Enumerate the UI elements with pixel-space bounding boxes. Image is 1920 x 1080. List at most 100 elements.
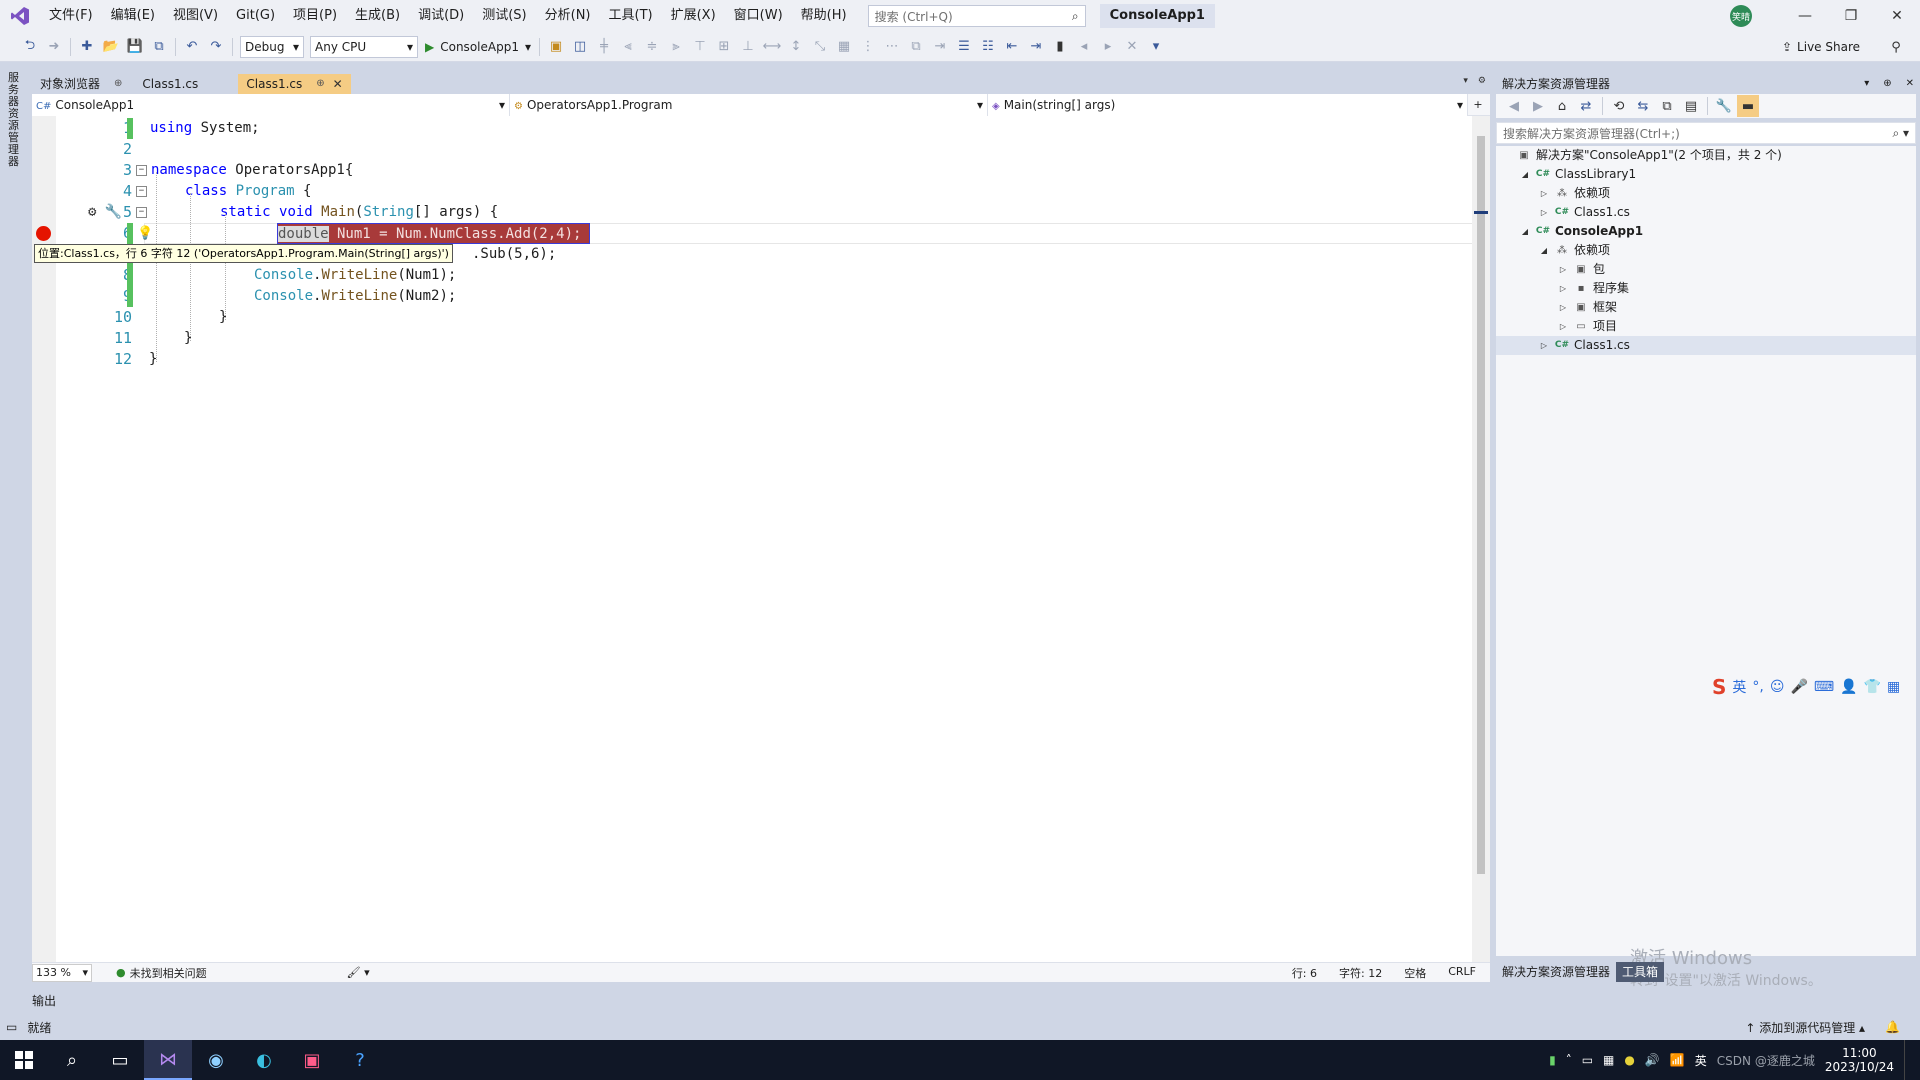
tree-item[interactable]: ▷ ▪ 程序集 — [1496, 279, 1629, 298]
grid-icon[interactable]: ▦ — [833, 36, 855, 58]
tree-item[interactable]: ▷ C# Class1.cs — [1496, 203, 1630, 222]
solution-search-input[interactable]: 搜索解决方案资源管理器(Ctrl+;) ⌕ ▾ — [1496, 122, 1916, 144]
height-icon[interactable]: ↕ — [785, 36, 807, 58]
menu-help[interactable]: 帮助(H) — [792, 0, 856, 32]
switch-views-icon[interactable]: ⇄ — [1575, 95, 1597, 117]
expand-toggle-icon[interactable]: ▷ — [1538, 184, 1550, 203]
show-all-files-icon[interactable]: ▤ — [1680, 95, 1702, 117]
breakpoint-icon[interactable] — [36, 226, 51, 241]
code-cleanup-icon[interactable]: 🖌 ▾ — [347, 966, 370, 979]
tab-class1-preview[interactable]: Class1.cs — [134, 74, 235, 94]
forward-icon[interactable]: ▶ — [1527, 95, 1549, 117]
add-to-source-control-button[interactable]: ↑ 添加到源代码管理 ▴ — [1745, 1019, 1865, 1036]
menu-tools[interactable]: 工具(T) — [600, 0, 662, 32]
outdent-icon[interactable]: ⇥ — [1025, 36, 1047, 58]
home-icon[interactable]: ⌂ — [1551, 95, 1573, 117]
member-dropdown[interactable]: ◈ Main(string[] args) ▾ — [988, 94, 1468, 116]
expand-toggle-icon[interactable]: ▷ — [1557, 317, 1569, 336]
back-icon[interactable]: ◀ — [1503, 95, 1525, 117]
properties-icon[interactable]: 🔧 — [1713, 95, 1735, 117]
tab-toolbox[interactable]: 工具箱 — [1616, 962, 1665, 982]
tree-item[interactable]: ▣ 解决方案"ConsoleApp1"(2 个项目，共 2 个) — [1496, 146, 1782, 165]
expand-toggle-icon[interactable]: ◢ — [1519, 165, 1531, 184]
expand-toggle-icon[interactable]: ▷ — [1557, 279, 1569, 298]
expand-toggle-icon[interactable]: ◢ — [1538, 241, 1550, 260]
whitespace-indicator[interactable]: 空格 — [1404, 965, 1426, 981]
align-right-icon[interactable]: ⫸ — [665, 36, 687, 58]
history-icon[interactable]: ⟲ — [1608, 95, 1630, 117]
tree-item[interactable]: ▷ ▣ 包 — [1496, 260, 1605, 279]
split-icon[interactable]: + — [1468, 94, 1488, 115]
size-icon[interactable]: ⤡ — [809, 36, 831, 58]
ime-mode[interactable]: 英 — [1732, 677, 1746, 697]
settings-icon[interactable]: ⚙ — [1478, 76, 1486, 86]
undo-icon[interactable]: ↶ — [181, 36, 203, 58]
collapse-all-icon[interactable]: ⧉ — [1656, 95, 1678, 117]
zoom-select[interactable]: 133 % ▾ — [32, 963, 92, 982]
help-icon[interactable]: ? — [336, 1040, 384, 1080]
close-icon[interactable]: ✕ — [333, 74, 343, 94]
feedback-icon[interactable]: ⚲ — [1885, 36, 1907, 58]
expand-toggle-icon[interactable]: ▷ — [1538, 203, 1550, 222]
search-icon[interactable]: ⌕ — [48, 1040, 96, 1080]
align-center-icon[interactable]: ≑ — [641, 36, 663, 58]
menu-project[interactable]: 项目(P) — [284, 0, 346, 32]
tab-order-icon[interactable]: ⇥ — [929, 36, 951, 58]
type-dropdown[interactable]: ⚙ OperatorsApp1.Program ▾ — [510, 94, 988, 116]
uncomment-icon[interactable]: ☷ — [977, 36, 999, 58]
menu-extensions[interactable]: 扩展(X) — [662, 0, 725, 32]
scrollbar-thumb[interactable] — [1477, 136, 1485, 874]
tree-item[interactable]: ▷ ▣ 框架 — [1496, 298, 1617, 317]
collapse-icon[interactable]: − — [136, 186, 147, 197]
expand-toggle-icon[interactable]: ▷ — [1557, 260, 1569, 279]
user-icon[interactable]: 👤 — [1840, 679, 1857, 695]
redo-icon[interactable]: ↷ — [205, 36, 227, 58]
preview-icon[interactable]: ▬ — [1737, 95, 1759, 117]
project-dropdown[interactable]: C# ConsoleApp1 ▾ — [32, 94, 510, 116]
screenshot-icon[interactable]: ◫ — [569, 36, 591, 58]
security-icon[interactable]: ● — [1624, 1053, 1634, 1067]
comment-icon[interactable]: ☰ — [953, 36, 975, 58]
tree-item[interactable]: ◢ ⁂ 依赖项 — [1496, 241, 1610, 260]
pin-icon[interactable]: ⊕ — [1883, 78, 1891, 89]
tree-item[interactable]: ◢ C# ConsoleApp1 — [1496, 222, 1643, 241]
visual-studio-logo-icon[interactable] — [0, 0, 40, 32]
align-icon[interactable]: ╪ — [593, 36, 615, 58]
start-debugging-button[interactable]: ▶ ConsoleApp1 ▾ — [421, 36, 535, 58]
notifications-icon[interactable]: 🔔 — [1885, 1020, 1900, 1034]
network-icon[interactable]: 📶 — [1670, 1053, 1685, 1067]
punctuation-icon[interactable]: °, — [1752, 679, 1763, 695]
menu-git[interactable]: Git(G) — [227, 0, 284, 32]
align-top-icon[interactable]: ⊤ — [689, 36, 711, 58]
code-editor[interactable]: 1 using System; 2 3 − namespace Operator… — [32, 116, 1472, 962]
pin-icon[interactable]: ⊕ — [114, 74, 122, 94]
ime-tray-mode[interactable]: 英 — [1695, 1052, 1707, 1069]
task-view-icon[interactable]: ▭ — [96, 1040, 144, 1080]
tab-solution-explorer[interactable]: 解决方案资源管理器 — [1496, 962, 1617, 982]
search-input[interactable]: 搜索 (Ctrl+Q) ⌕ — [867, 5, 1086, 27]
skin-icon[interactable]: 👕 — [1864, 679, 1881, 695]
tab-object-browser[interactable]: 对象浏览器 ⊕ — [32, 74, 131, 94]
expand-toggle-icon[interactable]: ▷ — [1557, 298, 1569, 317]
tab-class1-active[interactable]: Class1.cs ⊕ ✕ — [238, 74, 351, 94]
window-menu-icon[interactable]: ▾ — [1864, 78, 1869, 89]
tab-list-icon[interactable]: ▾ — [1463, 76, 1468, 86]
close-icon[interactable]: ✕ — [1906, 78, 1914, 89]
menu-build[interactable]: 生成(B) — [346, 0, 409, 32]
minimize-button[interactable]: — — [1782, 0, 1828, 32]
spacing-icon[interactable]: ⋮ — [857, 36, 879, 58]
line-indicator[interactable]: 行: 6 — [1292, 965, 1317, 981]
align-left-icon[interactable]: ⫷ — [617, 36, 639, 58]
sogou-logo-icon[interactable]: S — [1712, 675, 1726, 699]
configuration-select[interactable]: Debug ▾ — [240, 35, 304, 58]
line-ending-indicator[interactable]: CRLF — [1448, 965, 1476, 981]
align-middle-icon[interactable]: ⊞ — [713, 36, 735, 58]
save-all-icon[interactable]: ⧉ — [148, 36, 170, 58]
tree-item[interactable]: ▷ C# Class1.cs — [1496, 336, 1916, 355]
close-button[interactable]: ✕ — [1874, 0, 1920, 32]
order-icon[interactable]: ⧉ — [905, 36, 927, 58]
menu-window[interactable]: 窗口(W) — [725, 0, 792, 32]
edge-icon[interactable]: ◐ — [240, 1040, 288, 1080]
menu-test[interactable]: 测试(S) — [473, 0, 535, 32]
expand-toggle-icon[interactable]: ▷ — [1538, 336, 1550, 355]
